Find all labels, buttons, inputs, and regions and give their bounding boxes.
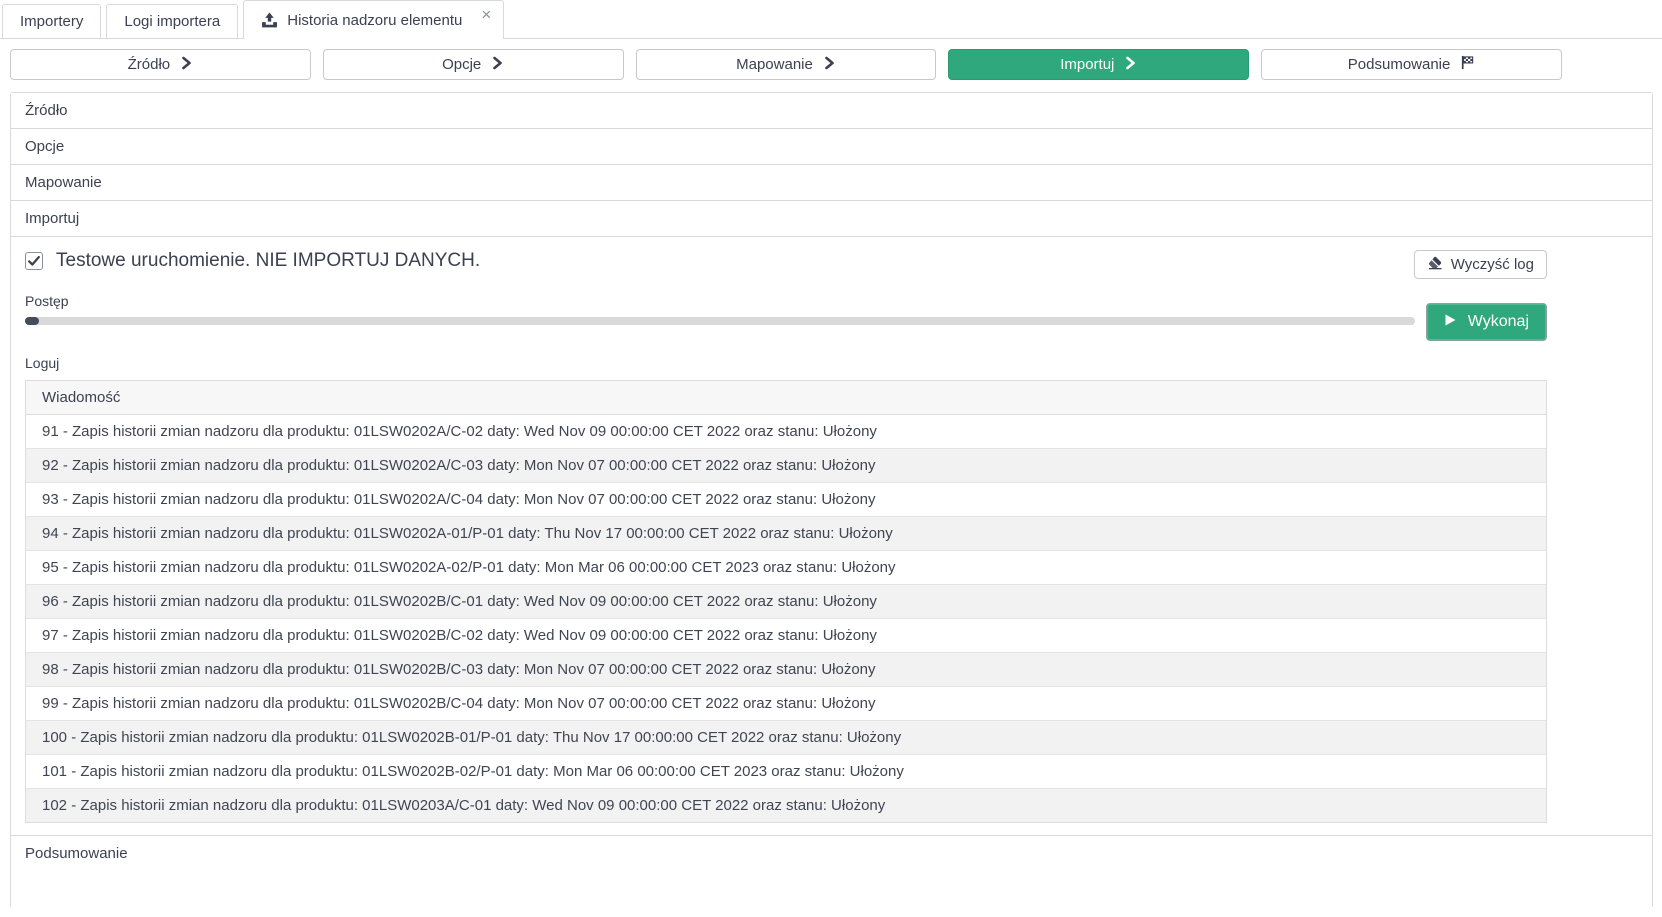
chevron-right-icon — [180, 56, 193, 74]
log-row: 102 - Zapis historii zmian nadzoru dla p… — [26, 789, 1546, 822]
step-label: Opcje — [442, 56, 481, 73]
accordion-header-mapowanie[interactable]: Mapowanie — [11, 164, 1652, 200]
test-run-label: Testowe uruchomienie. NIE IMPORTUJ DANYC… — [56, 250, 480, 272]
log-row: 98 - Zapis historii zmian nadzoru dla pr… — [26, 653, 1546, 687]
execute-button[interactable]: Wykonaj — [1426, 303, 1547, 341]
progress-bar — [25, 317, 1415, 325]
step-label: Mapowanie — [736, 56, 813, 73]
tab-label: Logi importera — [124, 13, 220, 30]
log-row: 99 - Zapis historii zmian nadzoru dla pr… — [26, 687, 1546, 721]
log-row: 92 - Zapis historii zmian nadzoru dla pr… — [26, 449, 1546, 483]
log-row: 95 - Zapis historii zmian nadzoru dla pr… — [26, 551, 1546, 585]
tab-importery[interactable]: Importery — [2, 4, 101, 38]
accordion-header-opcje[interactable]: Opcje — [11, 128, 1652, 164]
wizard-step-importuj[interactable]: Importuj — [948, 49, 1249, 80]
progress-column: Postęp — [25, 293, 1415, 325]
tab-logi-importera[interactable]: Logi importera — [106, 4, 238, 38]
progress-row: Postęp Wykonaj — [25, 293, 1547, 325]
log-row: 91 - Zapis historii zmian nadzoru dla pr… — [26, 415, 1546, 449]
import-wizard-accordion: Źródło Opcje Mapowanie Importuj Testowe … — [10, 92, 1653, 907]
check-icon — [27, 254, 41, 268]
play-icon — [1444, 313, 1457, 332]
wizard-steps: Źródło Opcje Mapowanie Importuj Podsumow… — [10, 49, 1562, 80]
upload-icon — [261, 12, 278, 29]
tab-bar: Importery Logi importera Historia nadzor… — [0, 0, 1662, 39]
chevron-right-icon — [491, 56, 504, 74]
log-label: Loguj — [25, 355, 1547, 371]
accordion-header-zrodlo[interactable]: Źródło — [11, 93, 1652, 128]
log-table-header: Wiadomość — [26, 381, 1546, 415]
log-row: 93 - Zapis historii zmian nadzoru dla pr… — [26, 483, 1546, 517]
test-run-checkbox[interactable] — [25, 252, 43, 270]
tab-historia-nadzoru-elementu[interactable]: Historia nadzoru elementu × — [243, 0, 504, 39]
step-label: Importuj — [1060, 56, 1114, 73]
execute-label: Wykonaj — [1468, 313, 1529, 331]
log-table: Wiadomość 91 - Zapis historii zmian nadz… — [25, 380, 1547, 823]
chevron-right-icon — [823, 56, 836, 74]
close-icon[interactable]: × — [481, 6, 491, 23]
log-row: 94 - Zapis historii zmian nadzoru dla pr… — [26, 517, 1546, 551]
eraser-icon — [1427, 255, 1443, 274]
chevron-right-icon — [1124, 56, 1137, 74]
finish-flag-icon — [1460, 55, 1475, 74]
wizard-step-mapowanie[interactable]: Mapowanie — [636, 49, 937, 80]
progress-fill — [25, 317, 39, 325]
accordion-header-importuj[interactable]: Importuj — [11, 200, 1652, 236]
test-run-checkbox-row[interactable]: Testowe uruchomienie. NIE IMPORTUJ DANYC… — [25, 250, 480, 272]
test-run-row: Testowe uruchomienie. NIE IMPORTUJ DANYC… — [25, 250, 1547, 279]
step-label: Źródło — [128, 56, 171, 73]
log-row: 101 - Zapis historii zmian nadzoru dla p… — [26, 755, 1546, 789]
wizard-step-opcje[interactable]: Opcje — [323, 49, 624, 80]
clear-log-label: Wyczyść log — [1451, 256, 1534, 273]
wizard-step-zrodlo[interactable]: Źródło — [10, 49, 311, 80]
tab-label: Historia nadzoru elementu — [287, 12, 462, 29]
step-label: Podsumowanie — [1348, 56, 1451, 73]
accordion-header-podsumowanie[interactable]: Podsumowanie — [11, 835, 1652, 871]
clear-log-button[interactable]: Wyczyść log — [1414, 250, 1547, 279]
progress-label: Postęp — [25, 293, 1415, 309]
log-row: 96 - Zapis historii zmian nadzoru dla pr… — [26, 585, 1546, 619]
log-row: 100 - Zapis historii zmian nadzoru dla p… — [26, 721, 1546, 755]
tab-label: Importery — [20, 13, 83, 30]
log-table-body: 91 - Zapis historii zmian nadzoru dla pr… — [26, 415, 1546, 822]
log-row: 97 - Zapis historii zmian nadzoru dla pr… — [26, 619, 1546, 653]
import-section-body: Testowe uruchomienie. NIE IMPORTUJ DANYC… — [11, 236, 1652, 835]
wizard-step-podsumowanie[interactable]: Podsumowanie — [1261, 49, 1562, 80]
